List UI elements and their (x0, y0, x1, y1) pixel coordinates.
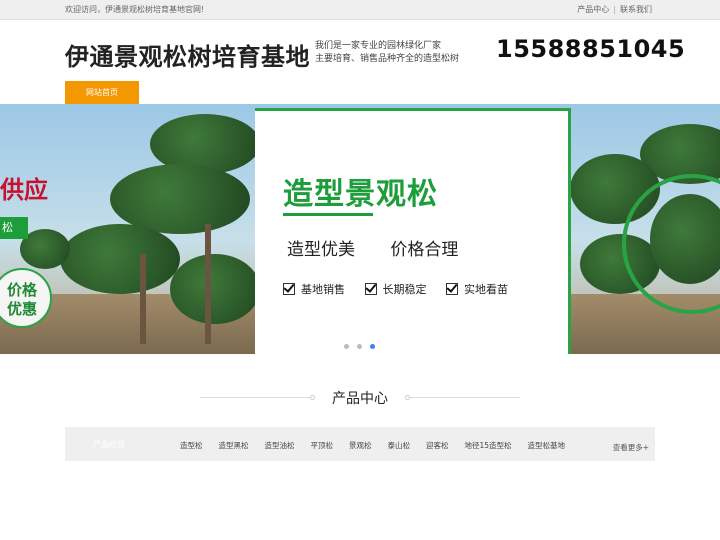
category-list: 造型松 造型黑松 造型油松 平顶松 景观松 泰山松 迎客松 地径15造型松 造型松基地 (180, 440, 581, 451)
check-item-label: 长期稳定 (382, 283, 427, 296)
hero-banner[interactable]: 供应 松 价格 优惠 造型景观松 造型优美 价格合理 基地销售 长期稳定 实地看… (0, 104, 720, 354)
site-slogan: 我们是一家专业的园林绿化厂家 主要培育、销售品种齐全的造型松树 (315, 40, 459, 66)
pine-tree-image (110, 164, 250, 234)
checkbox-icon (283, 283, 295, 295)
nav-home-button[interactable]: 网站首页 (65, 81, 139, 104)
category-item[interactable]: 地径15造型松 (465, 441, 512, 450)
banner-checklist: 基地销售 长期稳定 实地看苗 (283, 281, 524, 297)
feature-text: 造型优美 (287, 240, 355, 260)
banner-features: 造型优美 价格合理 (287, 235, 488, 260)
tree-trunk (140, 254, 146, 344)
banner-heading-underline (283, 213, 373, 216)
slider-dot[interactable] (344, 344, 349, 349)
slider-dot[interactable] (357, 344, 362, 349)
banner-green-tag: 松 (0, 217, 28, 239)
welcome-text: 欢迎访问，伊通景观松树培育基地官网! (65, 5, 205, 14)
slider-dot-active[interactable] (370, 344, 375, 349)
check-item: 长期稳定 (364, 281, 427, 297)
pine-tree-image (60, 224, 180, 294)
tree-trunk (205, 224, 211, 344)
banner-heading: 造型景观松 (283, 177, 438, 212)
slider-dots (344, 334, 383, 353)
top-link-contact[interactable]: 联系我们 (620, 4, 652, 15)
checkbox-icon (364, 283, 377, 295)
check-item-label: 基地销售 (301, 283, 345, 296)
category-item[interactable]: 造型黑松 (219, 441, 249, 450)
pine-tree-image (170, 254, 260, 324)
feature-text: 价格合理 (390, 240, 459, 260)
category-item[interactable]: 泰山松 (388, 441, 411, 450)
category-bar: 产品栏目 造型松 造型黑松 造型油松 平顶松 景观松 泰山松 迎客松 地径15造型松 造型松基地… (65, 427, 655, 461)
category-label: 产品栏目 (93, 440, 125, 449)
price-bubble-line-2: 优惠 (6, 300, 37, 318)
section-title: 产品中心 (332, 391, 388, 407)
section-divider-right (410, 397, 520, 398)
slogan-line-2: 主要培育、销售品种齐全的造型松树 (315, 54, 460, 64)
banner-card: 造型景观松 造型优美 价格合理 基地销售 长期稳定 实地看苗 (255, 108, 571, 354)
price-bubble-line-1: 价格 (6, 281, 37, 299)
category-item[interactable]: 平顶松 (311, 441, 334, 450)
top-link-separator: | (613, 5, 616, 14)
category-item[interactable]: 造型松 (180, 441, 203, 450)
banner-supply-text: 供应 (0, 176, 48, 204)
category-item[interactable]: 造型松基地 (528, 441, 566, 450)
check-item-label: 实地看苗 (464, 283, 508, 296)
category-item[interactable]: 造型油松 (265, 441, 295, 450)
top-bar: 欢迎访问，伊通景观松树培育基地官网! 产品中心 | 联系我们 (0, 0, 720, 20)
check-item: 基地销售 (283, 281, 345, 297)
check-item: 实地看苗 (446, 281, 508, 297)
checkbox-icon (446, 283, 458, 295)
view-more-link[interactable]: 查看更多+ (613, 442, 649, 453)
top-links: 产品中心 | 联系我们 (577, 4, 652, 15)
top-link-products[interactable]: 产品中心 (577, 4, 609, 15)
category-item[interactable]: 景观松 (349, 441, 372, 450)
category-item[interactable]: 迎客松 (426, 441, 449, 450)
slogan-line-1: 我们是一家专业的园林绿化厂家 (315, 41, 442, 51)
phone-number: 15588851045 (496, 35, 686, 63)
site-title[interactable]: 伊通景观松树培育基地 (65, 37, 310, 72)
